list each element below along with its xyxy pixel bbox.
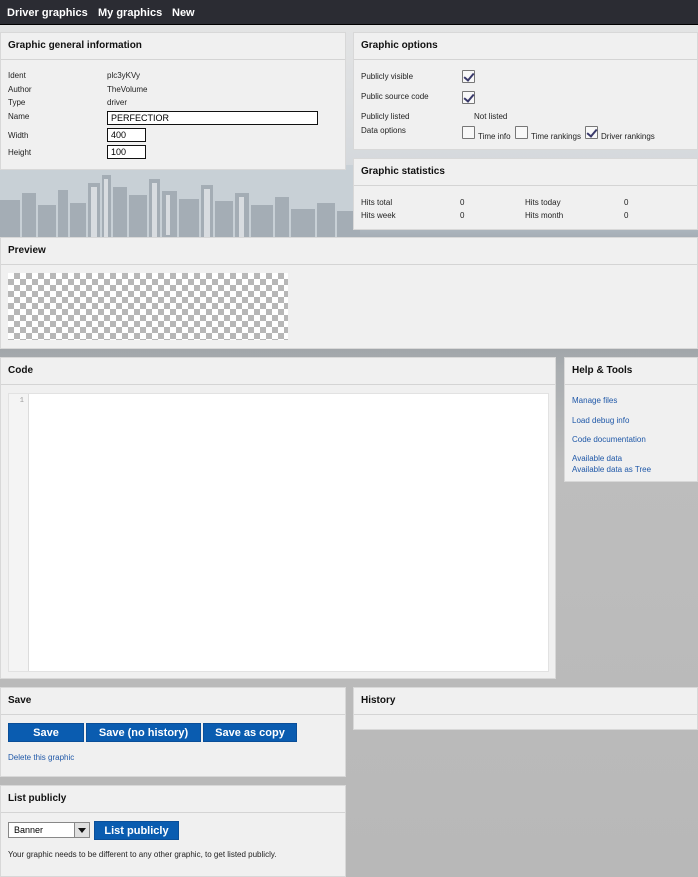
- driver-rankings-checkbox[interactable]: [585, 126, 598, 139]
- save-as-copy-button[interactable]: Save as copy: [203, 723, 297, 742]
- type-value: driver: [107, 98, 128, 107]
- history-panel: History: [353, 687, 698, 730]
- time-rankings-checkbox[interactable]: [515, 126, 528, 139]
- hits-week-label: Hits week: [361, 211, 396, 220]
- city-skyline-background: [0, 165, 360, 240]
- public-source-checkbox[interactable]: [462, 91, 475, 104]
- author-value: TheVolume: [107, 85, 148, 94]
- hits-total-label: Hits total: [361, 198, 393, 207]
- delete-graphic-link[interactable]: Delete this graphic: [8, 753, 74, 762]
- ident-value: plc3yKVy: [107, 71, 141, 80]
- hits-month-value: 0: [624, 211, 629, 220]
- hits-today-value: 0: [624, 198, 629, 207]
- listing-type-select[interactable]: Banner: [8, 822, 90, 838]
- public-source-label: Public source code: [361, 92, 429, 101]
- line-number-gutter: 1: [9, 394, 29, 671]
- available-data-link[interactable]: Available data: [572, 454, 622, 463]
- general-info-title: Graphic general information: [1, 33, 345, 60]
- code-title: Code: [1, 358, 555, 385]
- data-options-label: Data options: [361, 126, 406, 135]
- save-no-history-button[interactable]: Save (no history): [86, 723, 201, 742]
- code-editor[interactable]: 1: [8, 393, 549, 672]
- publicly-listed-label: Publicly listed: [361, 112, 410, 121]
- height-label: Height: [8, 148, 32, 157]
- available-data-tree-link[interactable]: Available data as Tree: [572, 465, 651, 474]
- graphic-preview-image: [8, 273, 288, 340]
- width-input[interactable]: 400: [107, 128, 146, 142]
- hits-month-label: Hits month: [525, 211, 564, 220]
- type-label: Type: [8, 98, 26, 107]
- list-publicly-button[interactable]: List publicly: [94, 821, 179, 840]
- preview-title: Preview: [1, 238, 697, 265]
- list-publicly-title: List publicly: [1, 786, 345, 813]
- publicly-listed-value: Not listed: [474, 112, 508, 121]
- publicly-visible-checkbox[interactable]: [462, 70, 475, 83]
- time-rankings-label: Time rankings: [531, 132, 581, 141]
- ident-label: Ident: [8, 71, 26, 80]
- driver-rankings-label: Driver rankings: [601, 132, 655, 141]
- manage-files-link[interactable]: Manage files: [572, 396, 617, 405]
- nav-new[interactable]: New: [172, 7, 195, 19]
- width-label: Width: [8, 131, 29, 140]
- name-label: Name: [8, 112, 30, 121]
- nav-driver-graphics[interactable]: Driver graphics: [7, 7, 88, 19]
- hits-week-value: 0: [460, 211, 465, 220]
- publicly-visible-label: Publicly visible: [361, 72, 414, 81]
- height-input[interactable]: 100: [107, 145, 146, 159]
- code-documentation-link[interactable]: Code documentation: [572, 435, 646, 444]
- top-nav-bar: Driver graphics My graphics New: [0, 0, 698, 25]
- history-title: History: [354, 688, 697, 715]
- hits-today-label: Hits today: [525, 198, 561, 207]
- chevron-down-icon: [74, 823, 89, 837]
- general-info-panel: Graphic general information: [0, 32, 346, 170]
- time-info-label: Time info: [478, 132, 511, 141]
- name-input[interactable]: PERFECTIOR: [107, 111, 318, 125]
- save-title: Save: [1, 688, 345, 715]
- nav-my-graphics[interactable]: My graphics: [98, 7, 162, 19]
- help-tools-title: Help & Tools: [565, 358, 697, 385]
- listing-type-value: Banner: [14, 825, 44, 835]
- load-debug-info-link[interactable]: Load debug info: [572, 416, 629, 425]
- list-publicly-note: Your graphic needs to be different to an…: [8, 850, 277, 859]
- line-number: 1: [19, 397, 24, 405]
- save-button[interactable]: Save: [8, 723, 84, 742]
- graphic-options-title: Graphic options: [354, 33, 697, 60]
- hits-total-value: 0: [460, 198, 465, 207]
- graphic-statistics-title: Graphic statistics: [354, 159, 697, 186]
- author-label: Author: [8, 85, 32, 94]
- time-info-checkbox[interactable]: [462, 126, 475, 139]
